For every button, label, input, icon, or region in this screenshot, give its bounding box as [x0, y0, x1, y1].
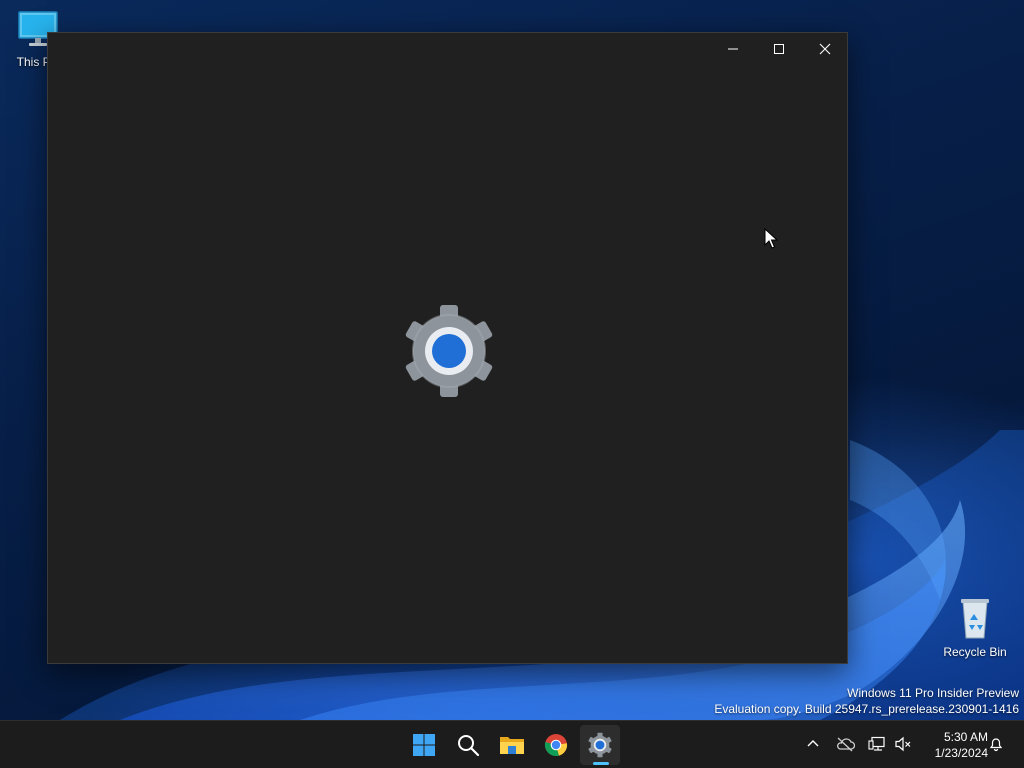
maximize-icon [774, 44, 784, 54]
close-icon [819, 43, 831, 55]
volume-muted-icon [895, 736, 911, 752]
desktop-icon-recycle-bin[interactable]: Recycle Bin [937, 596, 1013, 659]
watermark-line-2: Evaluation copy. Build 25947.rs_prerelea… [714, 702, 1019, 716]
settings-window[interactable] [47, 32, 848, 664]
folder-icon [500, 737, 524, 754]
notification-bell-icon [989, 738, 1003, 752]
taskbar-search-button[interactable] [448, 725, 488, 765]
network-icon [868, 736, 885, 751]
recycle-bin-icon [961, 599, 989, 639]
close-button[interactable] [802, 33, 848, 65]
settings-gear-icon [588, 732, 612, 758]
show-hidden-icons-button[interactable] [802, 733, 824, 755]
taskbar-settings[interactable] [580, 725, 620, 765]
onedrive-tray-button[interactable] [834, 733, 856, 755]
active-app-indicator [593, 762, 609, 765]
onedrive-offline-icon [837, 737, 855, 752]
taskbar: 5:30 AM 1/23/2024 [0, 720, 1024, 768]
maximize-button[interactable] [756, 33, 802, 65]
notifications-button[interactable] [985, 733, 1007, 755]
search-icon [458, 735, 480, 757]
chevron-up-icon [807, 740, 819, 747]
taskbar-clock[interactable]: 5:30 AM 1/23/2024 [918, 729, 988, 761]
taskbar-file-explorer[interactable] [492, 725, 532, 765]
volume-tray-button[interactable] [892, 733, 914, 755]
minimize-button[interactable] [710, 33, 756, 65]
taskbar-chrome[interactable] [536, 725, 576, 765]
evaluation-watermark: Windows 11 Pro Insider Preview Evaluatio… [714, 685, 1019, 717]
clock-date: 1/23/2024 [934, 746, 988, 760]
mouse-cursor [764, 228, 778, 249]
desktop-icon-label: Recycle Bin [943, 645, 1007, 659]
watermark-line-1: Windows 11 Pro Insider Preview [847, 686, 1019, 700]
network-tray-button[interactable] [866, 733, 888, 755]
settings-gear-icon [405, 305, 493, 397]
chrome-icon [544, 734, 568, 757]
start-button[interactable] [404, 725, 444, 765]
minimize-icon [728, 48, 738, 50]
windows-logo-icon [413, 734, 435, 756]
clock-time: 5:30 AM [943, 730, 988, 744]
